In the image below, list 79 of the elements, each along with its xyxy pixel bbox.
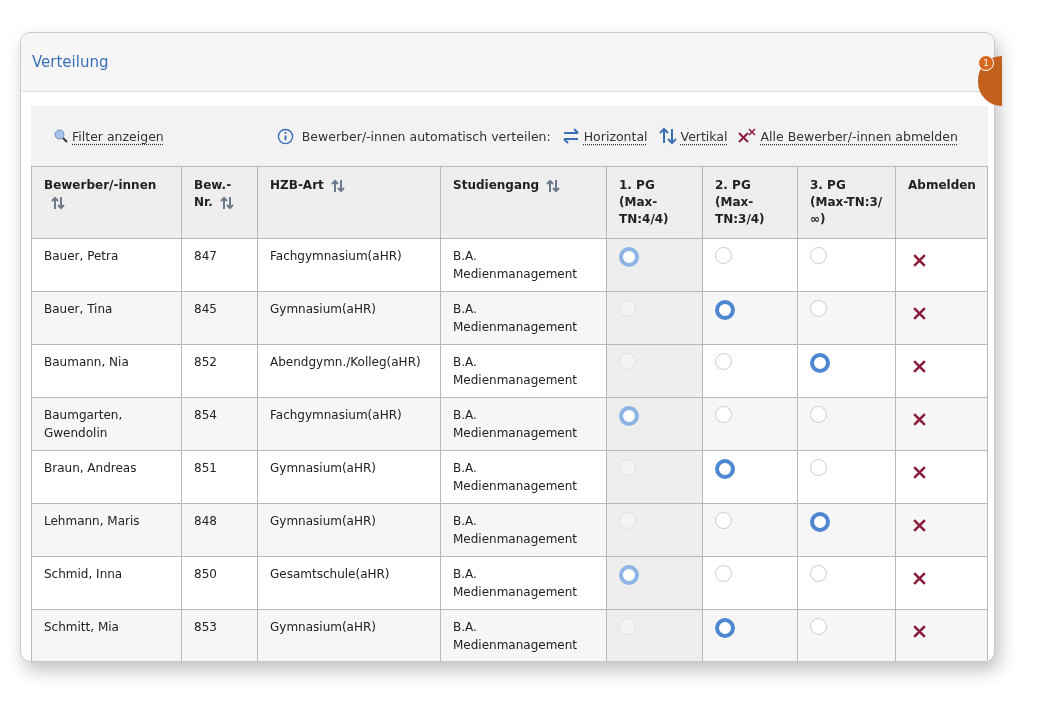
filter-link[interactable]: Filter anzeigen bbox=[53, 128, 164, 144]
sort-icon[interactable] bbox=[545, 177, 562, 194]
study-program-cell: B.A. Medienmanagement bbox=[440, 503, 607, 557]
number-cell: 853 bbox=[181, 609, 258, 661]
close-icon bbox=[912, 571, 927, 586]
info-icon bbox=[276, 127, 294, 145]
column-header: 3. PG (Max-TN:3/∞) bbox=[797, 166, 896, 239]
name-cell: Schmitt, Mia bbox=[31, 609, 182, 661]
close-icon bbox=[912, 306, 927, 321]
study-program-cell: B.A. Medienmanagement bbox=[440, 397, 607, 451]
close-icon bbox=[912, 465, 927, 480]
hzb-cell: Gymnasium(aHR) bbox=[257, 291, 441, 345]
hzb-cell: Gymnasium(aHR) bbox=[257, 609, 441, 661]
study-program-cell: B.A. Medienmanagement bbox=[440, 609, 607, 661]
unregister-all-link[interactable]: Alle Bewerber/-innen abmelden bbox=[737, 128, 958, 144]
close-icon bbox=[912, 518, 927, 533]
name-cell: Baumann, Nia bbox=[31, 344, 182, 398]
study-program-cell: B.A. Medienmanagement bbox=[440, 556, 607, 610]
radio-button[interactable] bbox=[715, 300, 735, 320]
close-icon bbox=[912, 624, 927, 639]
radio-button[interactable] bbox=[810, 300, 827, 317]
hzb-cell: Gesamtschule(aHR) bbox=[257, 556, 441, 610]
up-down-arrows-icon bbox=[657, 127, 678, 145]
column-header[interactable]: HZB-Art bbox=[257, 166, 441, 239]
name-cell: Bauer, Petra bbox=[31, 238, 182, 292]
close-icon bbox=[912, 359, 927, 374]
radio-button[interactable] bbox=[810, 512, 830, 532]
study-program-cell: B.A. Medienmanagement bbox=[440, 450, 607, 504]
name-cell: Braun, Andreas bbox=[31, 450, 182, 504]
name-cell: Baumgarten, Gwendolin bbox=[31, 397, 182, 451]
radio-button[interactable] bbox=[715, 459, 735, 479]
number-cell: 848 bbox=[181, 503, 258, 557]
radio-button[interactable] bbox=[715, 406, 732, 423]
number-cell: 850 bbox=[181, 556, 258, 610]
study-program-cell: B.A. Medienmanagement bbox=[440, 344, 607, 398]
sort-icon[interactable] bbox=[50, 194, 66, 211]
swap-arrows-icon bbox=[560, 127, 581, 145]
panel-title: Verteilung bbox=[32, 53, 109, 71]
radio-button[interactable] bbox=[810, 618, 827, 635]
study-program-cell: B.A. Medienmanagement bbox=[440, 291, 607, 345]
radio-button[interactable] bbox=[715, 353, 732, 370]
radio-button[interactable] bbox=[715, 512, 732, 529]
search-icon bbox=[53, 128, 69, 144]
hzb-cell: Gymnasium(aHR) bbox=[257, 503, 441, 557]
radio-button[interactable] bbox=[715, 247, 732, 264]
column-header[interactable]: Bewerber/-innen bbox=[31, 166, 182, 239]
name-cell: Lehmann, Maris bbox=[31, 503, 182, 557]
number-cell: 852 bbox=[181, 344, 258, 398]
radio-button[interactable] bbox=[715, 618, 735, 638]
radio-button[interactable] bbox=[810, 565, 827, 582]
hzb-cell: Abendgymn./Kolleg(aHR) bbox=[257, 344, 441, 398]
double-x-icon bbox=[737, 128, 758, 144]
column-header: 1. PG (Max-TN:4/4) bbox=[606, 166, 703, 239]
sort-icon[interactable] bbox=[329, 177, 346, 194]
radio-button[interactable] bbox=[810, 353, 830, 373]
close-icon bbox=[912, 412, 927, 427]
study-program-cell: B.A. Medienmanagement bbox=[440, 238, 607, 292]
sort-icon[interactable] bbox=[218, 194, 235, 211]
number-cell: 845 bbox=[181, 291, 258, 345]
hzb-cell: Fachgymnasium(aHR) bbox=[257, 397, 441, 451]
radio-button[interactable] bbox=[810, 459, 827, 476]
column-header: Abmelden bbox=[895, 166, 988, 239]
number-cell: 854 bbox=[181, 397, 258, 451]
number-cell: 847 bbox=[181, 238, 258, 292]
column-header: 2. PG (Max-TN:3/4) bbox=[702, 166, 798, 239]
radio-button[interactable] bbox=[810, 247, 827, 264]
name-cell: Schmid, Inna bbox=[31, 556, 182, 610]
hzb-cell: Fachgymnasium(aHR) bbox=[257, 238, 441, 292]
radio-button[interactable] bbox=[810, 406, 827, 423]
auto-distribute-label: Bewerber/-innen automatisch verteilen: bbox=[301, 128, 551, 144]
column-header[interactable]: Bew.-Nr. bbox=[181, 166, 258, 239]
column-header[interactable]: Studiengang bbox=[440, 166, 607, 239]
name-cell: Bauer, Tina bbox=[31, 291, 182, 345]
hzb-cell: Gymnasium(aHR) bbox=[257, 450, 441, 504]
radio-button[interactable] bbox=[715, 565, 732, 582]
horizontal-link[interactable]: Horizontal bbox=[560, 127, 648, 145]
close-icon bbox=[912, 253, 927, 268]
number-cell: 851 bbox=[181, 450, 258, 504]
vertical-link[interactable]: Vertikal bbox=[657, 127, 728, 145]
